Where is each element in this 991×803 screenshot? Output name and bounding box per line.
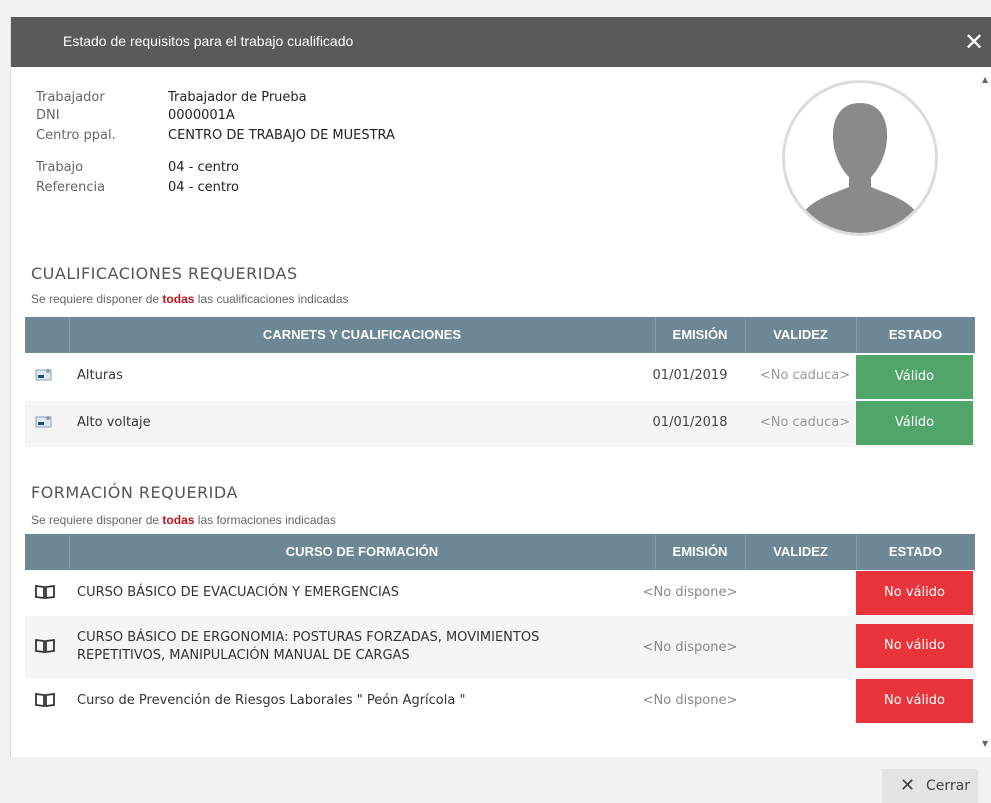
book-icon <box>35 638 55 658</box>
header-name: CARNETS Y CUALIFICACIONES <box>262 327 462 342</box>
validity-value: <No caduca> <box>759 368 851 383</box>
emission-date: <No dispone> <box>642 640 738 655</box>
note-prefix: Se requiere disponer de <box>31 292 163 306</box>
header-validity: VALIDEZ <box>773 544 828 559</box>
id-card-icon <box>35 367 55 387</box>
modal-title: Estado de requisitos para el trabajo cua… <box>63 33 354 49</box>
job-label: Trabajo <box>36 160 84 175</box>
header-name: CURSO DE FORMACIÓN <box>285 544 439 559</box>
status-badge: Válido <box>856 355 973 399</box>
worker-info: Trabajador Trabajador de Prueba DNI 0000… <box>36 90 636 220</box>
qualifications-table: CARNETS Y CUALIFICACIONES EMISIÓN VALIDE… <box>25 317 975 447</box>
qualification-name: Alturas <box>77 368 123 383</box>
validity-value: <No caduca> <box>759 415 851 430</box>
table-row[interactable]: Alturas 01/01/2019 <No caduca> Válido <box>25 353 975 401</box>
header-validity: VALIDEZ <box>773 327 828 342</box>
emission-date: <No dispone> <box>642 585 738 600</box>
worker-label: Trabajador <box>36 90 105 105</box>
header-status: ESTADO <box>888 327 943 342</box>
close-icon: ✕ <box>900 775 916 796</box>
header-emission: EMISIÓN <box>672 544 728 559</box>
emission-date: 01/01/2019 <box>652 368 728 383</box>
course-name-line1: CURSO BÁSICO DE ERGONOMIA: POSTURAS FORZ… <box>77 630 540 645</box>
table-row[interactable]: Alto voltaje 01/01/2018 <No caduca> Váli… <box>25 401 975 447</box>
requirements-modal: Estado de requisitos para el trabajo cua… <box>10 17 991 757</box>
table-header: CURSO DE FORMACIÓN EMISIÓN VALIDEZ ESTAD… <box>25 534 975 570</box>
user-silhouette-icon <box>803 103 917 233</box>
emission-date: <No dispone> <box>642 693 738 708</box>
table-row[interactable]: Curso de Prevención de Riesgos Laborales… <box>25 678 975 724</box>
close-button-label: Cerrar <box>926 778 970 794</box>
close-icon[interactable]: ✕ <box>962 27 986 57</box>
header-status: ESTADO <box>888 544 943 559</box>
course-name: Curso de Prevención de Riesgos Laborales… <box>77 693 466 708</box>
center-value: CENTRO DE TRABAJO DE MUESTRA <box>168 128 395 143</box>
training-note: Se requiere disponer de todas las formac… <box>31 513 336 527</box>
avatar <box>782 80 938 236</box>
reference-label: Referencia <box>36 180 106 195</box>
qualifications-note: Se requiere disponer de todas las cualif… <box>31 292 349 306</box>
note-prefix: Se requiere disponer de <box>31 513 163 527</box>
qualification-name: Alto voltaje <box>77 415 151 430</box>
note-suffix: las formaciones indicadas <box>194 513 336 527</box>
id-card-icon <box>35 414 55 434</box>
status-badge: Válido <box>856 401 973 445</box>
reference-value: 04 - centro <box>168 180 239 195</box>
training-table: CURSO DE FORMACIÓN EMISIÓN VALIDEZ ESTAD… <box>25 534 975 726</box>
scroll-down-icon[interactable]: ▼ <box>982 740 990 748</box>
note-emphasis: todas <box>162 513 195 527</box>
table-row[interactable]: CURSO BÁSICO DE EVACUACIÓN Y EMERGENCIAS… <box>25 570 975 616</box>
scroll-up-icon[interactable]: ▲ <box>982 76 990 84</box>
emission-date: 01/01/2018 <box>652 415 728 430</box>
status-badge: No válido <box>856 571 973 615</box>
book-icon <box>35 584 55 604</box>
worker-value: Trabajador de Prueba <box>168 90 307 105</box>
course-name-line2: REPETITIVOS, MANIPULACIÓN MANUAL DE CARG… <box>77 648 410 663</box>
qualifications-title: CUALIFICACIONES REQUERIDAS <box>31 264 298 283</box>
center-label: Centro ppal. <box>36 128 116 143</box>
training-title: FORMACIÓN REQUERIDA <box>31 483 238 502</box>
job-value: 04 - centro <box>168 160 239 175</box>
note-emphasis: todas <box>162 292 195 306</box>
dni-value: 0000001A <box>168 108 235 123</box>
note-suffix: las cualificaciones indicadas <box>194 292 349 306</box>
header-emission: EMISIÓN <box>672 327 728 342</box>
table-row[interactable]: CURSO BÁSICO DE ERGONOMIA: POSTURAS FORZ… <box>25 616 975 678</box>
dni-label: DNI <box>36 108 60 123</box>
modal-header: Estado de requisitos para el trabajo cua… <box>11 17 991 67</box>
status-badge: No válido <box>856 679 973 723</box>
status-badge: No válido <box>856 624 973 668</box>
book-icon <box>35 692 55 712</box>
table-header: CARNETS Y CUALIFICACIONES EMISIÓN VALIDE… <box>25 317 975 353</box>
close-button[interactable]: ✕ Cerrar <box>882 769 978 803</box>
course-name: CURSO BÁSICO DE EVACUACIÓN Y EMERGENCIAS <box>77 585 399 600</box>
